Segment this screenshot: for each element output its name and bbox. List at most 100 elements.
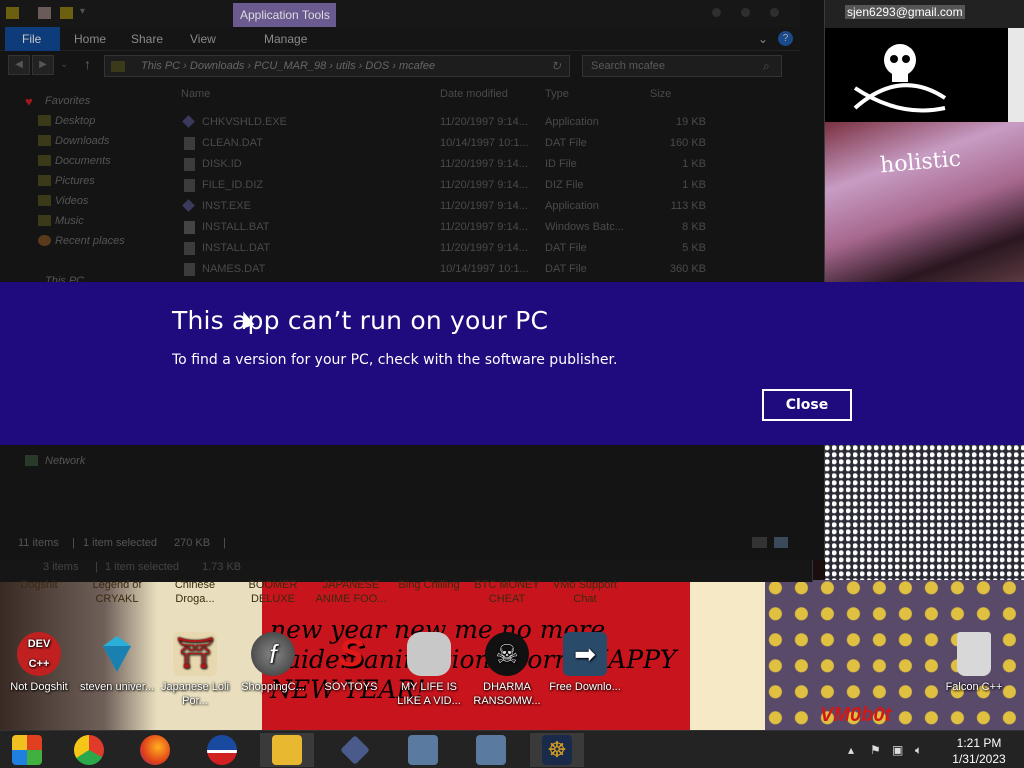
desktop-icon-soytoys[interactable]: S SOYTOYS xyxy=(312,632,390,694)
new-folder-icon[interactable] xyxy=(60,7,73,19)
desktop-icon-japanese[interactable]: ⛩ Japanese Loli Por... xyxy=(156,632,234,708)
column-header-date[interactable]: Date modified xyxy=(440,88,508,100)
breadcrumb-this-pc[interactable]: This PC xyxy=(141,60,180,72)
sidebar-item-pictures[interactable]: Pictures xyxy=(38,175,95,187)
diamond-icon xyxy=(95,632,139,676)
desktop-label[interactable]: BOOMER DELUXE xyxy=(234,578,312,606)
chevron-down-icon[interactable]: ▾ xyxy=(80,6,85,17)
search-icon[interactable]: ⌕ xyxy=(763,59,770,74)
column-header-name[interactable]: Name xyxy=(181,88,210,100)
dialog-title: This app can’t run on your PC xyxy=(172,306,549,335)
scrollbar[interactable] xyxy=(1008,28,1024,122)
sidebar-item-recent-places[interactable]: Recent places xyxy=(38,235,125,247)
desktop-icon-dharma[interactable]: ☠ DHARMA RANSOMW... xyxy=(468,632,546,708)
chrome-icon xyxy=(74,735,104,765)
recent-locations-icon[interactable]: ⌄ xyxy=(60,59,68,70)
chevron-up-icon[interactable]: ▴ xyxy=(848,743,854,757)
taskbar-chrome[interactable] xyxy=(62,733,116,767)
app-diamond-icon xyxy=(340,735,370,765)
breadcrumb-downloads[interactable]: Downloads xyxy=(190,60,244,72)
sidebar-item-documents[interactable]: Documents xyxy=(38,155,111,167)
desktop-icon xyxy=(38,115,51,126)
breadcrumb-pcu[interactable]: PCU_MAR_98 xyxy=(254,60,326,72)
tab-share[interactable]: Share xyxy=(131,32,163,46)
close-window-button[interactable] xyxy=(770,8,779,17)
network-icon[interactable]: ▣ xyxy=(892,743,903,757)
desktop-icon-free-download[interactable]: ➡ Free Downlo... xyxy=(546,632,624,694)
forward-button[interactable]: ▶ xyxy=(32,55,54,75)
search-input[interactable]: Search mcafee ⌕ xyxy=(582,55,782,77)
file-row[interactable]: CLEAN.DAT 10/14/1997 10:1... DAT File 16… xyxy=(180,133,720,154)
desktop-label[interactable]: VMo Support Chat xyxy=(546,578,624,606)
file-row[interactable]: FILE_ID.DIZ 11/20/1997 9:14... DIZ File … xyxy=(180,175,720,196)
file-row[interactable]: INSTALL.DAT 11/20/1997 9:14... DAT File … xyxy=(180,238,720,259)
up-arrow-icon[interactable]: ↑ xyxy=(84,56,91,72)
file-row[interactable]: INSTALL.BAT 11/20/1997 9:14... Windows B… xyxy=(180,217,720,238)
volume-icon[interactable]: 🔈︎ xyxy=(915,743,922,758)
details-view-icon[interactable] xyxy=(752,537,767,548)
desktop-label[interactable]: JAPANESE ANIME FOO... xyxy=(312,578,390,606)
desktop-label[interactable]: Legend of CRYAKL xyxy=(78,578,156,606)
file-icon xyxy=(184,179,195,192)
breadcrumb-dos[interactable]: DOS xyxy=(365,60,389,72)
large-icons-view-icon[interactable] xyxy=(774,537,788,548)
file-icon xyxy=(184,242,195,255)
desktop-icon-steven[interactable]: steven univer... xyxy=(78,632,156,694)
address-bar[interactable]: This PC › Downloads › PCU_MAR_98 › utils… xyxy=(104,55,570,77)
taskbar-firefox[interactable] xyxy=(128,733,182,767)
tab-view[interactable]: View xyxy=(190,32,216,46)
sidebar-item-music[interactable]: Music xyxy=(38,215,84,227)
desktop-label[interactable]: Dogshit xyxy=(0,578,78,592)
taskbar-obama[interactable] xyxy=(195,733,249,767)
desktop-icon-not-dogshit[interactable]: DEV C++ Not Dogshit xyxy=(0,632,78,694)
tab-home[interactable]: Home xyxy=(74,32,106,46)
refresh-icon[interactable]: ↻ xyxy=(551,59,561,73)
flash-icon: f xyxy=(251,632,295,676)
desktop-label[interactable]: Bing Chilling xyxy=(390,578,468,592)
ship-wheel-icon: ☸ xyxy=(542,735,572,765)
sidebar-item-videos[interactable]: Videos xyxy=(38,195,88,207)
sidebar-item-downloads[interactable]: Downloads xyxy=(38,135,109,147)
column-header-type[interactable]: Type xyxy=(545,88,569,100)
desktop-icon-shopping[interactable]: f ShoppingC... xyxy=(234,632,312,694)
recycle-bin-icon xyxy=(957,632,991,676)
chevron-down-icon[interactable]: ⌄ xyxy=(758,32,768,46)
file-row[interactable]: DISK.ID 11/20/1997 9:14... ID File 1 KB xyxy=(180,154,720,175)
sidebar-item-favorites[interactable]: ♥ Favorites xyxy=(25,94,90,109)
application-tools-label: Application Tools xyxy=(233,3,336,27)
sidebar-item-network[interactable]: Network xyxy=(25,455,85,467)
taskbar-app-diamond[interactable] xyxy=(328,733,382,767)
breadcrumb-utils[interactable]: utils xyxy=(336,60,356,72)
column-header-size[interactable]: Size xyxy=(650,88,671,100)
taskbar-installer-1[interactable] xyxy=(396,733,450,767)
help-icon[interactable]: ? xyxy=(778,31,793,46)
sidebar-item-desktop[interactable]: Desktop xyxy=(38,115,95,127)
status-items: 3 items xyxy=(43,561,79,573)
title-bar[interactable]: ▾ xyxy=(0,0,800,27)
dialog-message: To find a version for your PC, check wit… xyxy=(172,352,618,368)
breadcrumb-mcafee[interactable]: mcafee xyxy=(399,60,435,72)
file-row[interactable]: INST.EXE 11/20/1997 9:14... Application … xyxy=(180,196,720,217)
minimize-button[interactable] xyxy=(712,8,721,17)
taskbar-ship-wheel[interactable]: ☸ xyxy=(530,733,584,767)
maximize-button[interactable] xyxy=(741,8,750,17)
explorer-window[interactable]: ▾ Application Tools Home Share View Mana… xyxy=(0,0,825,560)
desktop-icon-my-life[interactable]: MY LIFE IS LIKE A VID... xyxy=(390,632,468,708)
taskbar-file-explorer[interactable] xyxy=(260,733,314,767)
close-button[interactable]: Close xyxy=(762,389,852,421)
file-row[interactable]: NAMES.DAT 10/14/1997 10:1... DAT File 36… xyxy=(180,259,720,280)
start-button[interactable] xyxy=(0,733,54,767)
file-row[interactable]: CHKVSHLD.EXE 11/20/1997 9:14... Applicat… xyxy=(180,112,720,133)
taskbar-installer-2[interactable] xyxy=(464,733,518,767)
desktop-label[interactable]: Chinese Droga... xyxy=(156,578,234,606)
installer-icon xyxy=(408,735,438,765)
clock[interactable]: 1:21 PM 1/31/2023 xyxy=(940,735,1018,767)
desktop-icon-falcon[interactable]: Falcon C++ xyxy=(935,632,1013,694)
start-icon xyxy=(12,735,42,765)
tab-manage[interactable]: Manage xyxy=(264,32,307,46)
back-button[interactable]: ◀ xyxy=(8,55,30,75)
tab-file[interactable]: File xyxy=(5,27,60,51)
properties-icon[interactable] xyxy=(38,7,51,19)
flag-icon[interactable]: ⚑ xyxy=(870,743,881,757)
desktop-label[interactable]: BTC MONEY CHEAT xyxy=(468,578,546,606)
